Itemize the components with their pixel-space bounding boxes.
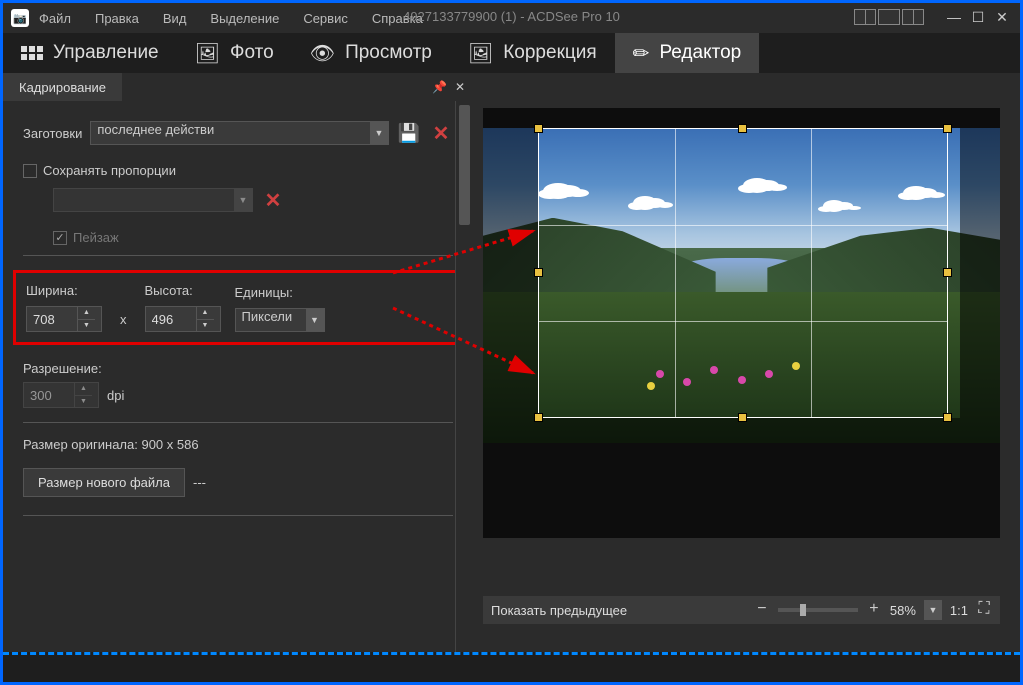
crop-rectangle[interactable] xyxy=(538,128,948,418)
thumbnail-strip[interactable] xyxy=(3,652,1020,682)
zoom-out-button[interactable]: − xyxy=(754,602,770,618)
chevron-down-icon[interactable]: ▼ xyxy=(370,122,388,144)
dimensions-section: Ширина: ▲▼ x Высота: ▲▼ xyxy=(13,270,463,345)
spinner-up-icon[interactable]: ▲ xyxy=(78,307,95,320)
menu-select[interactable]: Выделение xyxy=(210,11,279,26)
zoom-fit-icon[interactable]: ⛶ xyxy=(976,602,992,618)
ratio-combo[interactable]: ▼ xyxy=(53,188,253,212)
crop-handle-bl[interactable] xyxy=(534,413,543,422)
chevron-down-icon[interactable]: ▼ xyxy=(234,189,252,211)
preview-area: Показать предыдущее − + 58% ▼ 1:1 ⛶ xyxy=(473,73,1020,652)
pane-layout-icons xyxy=(854,9,924,27)
zoom-combo[interactable]: ▼ xyxy=(924,600,942,620)
editor-icon: ✏ xyxy=(633,41,650,66)
mode-photo[interactable]: 🖼 Фото xyxy=(177,33,292,73)
close-button[interactable]: ✕ xyxy=(992,9,1012,27)
new-file-size-value: --- xyxy=(193,475,206,490)
scrollbar-thumb[interactable] xyxy=(459,105,470,225)
units-combo[interactable]: Пиксели ▼ xyxy=(235,308,325,332)
mode-view[interactable]: 👁 Просмотр xyxy=(292,33,450,73)
pane-layout-2[interactable] xyxy=(878,9,900,25)
show-previous-button[interactable]: Показать предыдущее xyxy=(491,603,627,618)
photo-icon: 🖼 xyxy=(195,41,220,66)
mode-manage[interactable]: Управление xyxy=(3,33,177,73)
height-input[interactable]: ▲▼ xyxy=(145,306,221,332)
crop-handle-tr[interactable] xyxy=(943,124,952,133)
dimension-separator: x xyxy=(116,312,131,332)
menu-edit[interactable]: Правка xyxy=(95,11,139,26)
zoom-actual-button[interactable]: 1:1 xyxy=(950,603,968,618)
spinner-up-icon[interactable]: ▲ xyxy=(75,383,92,396)
crop-handle-br[interactable] xyxy=(943,413,952,422)
zoom-slider[interactable] xyxy=(778,608,858,612)
app-icon xyxy=(11,9,29,27)
presets-combo[interactable]: последнее действи ▼ xyxy=(90,121,389,145)
crop-handle-tl[interactable] xyxy=(534,124,543,133)
panel-title: Кадрирование xyxy=(3,73,122,101)
crop-handle-ml[interactable] xyxy=(534,268,543,277)
crop-handle-tm[interactable] xyxy=(738,124,747,133)
width-input[interactable]: ▲▼ xyxy=(26,306,102,332)
image-canvas[interactable] xyxy=(483,108,1000,538)
app-window: Файл Правка Вид Выделение Сервис Справка… xyxy=(0,0,1023,685)
menu-service[interactable]: Сервис xyxy=(303,11,348,26)
panel-close-icon[interactable]: ✕ xyxy=(455,80,465,94)
crop-handle-bm[interactable] xyxy=(738,413,747,422)
mode-adjust[interactable]: 🖼 Коррекция xyxy=(450,33,615,73)
spinner-up-icon[interactable]: ▲ xyxy=(197,307,214,320)
menu-file[interactable]: Файл xyxy=(39,11,71,26)
panel-scrollbar[interactable] xyxy=(455,101,473,652)
resolution-unit: dpi xyxy=(107,388,124,403)
mode-tabs: Управление 🖼 Фото 👁 Просмотр 🖼 Коррекция… xyxy=(3,33,1020,73)
maximize-button[interactable]: ☐ xyxy=(968,9,988,27)
minimize-button[interactable]: — xyxy=(944,9,964,27)
zoom-in-button[interactable]: + xyxy=(866,602,882,618)
crop-panel: Кадрирование 📌 ✕ Заготовки последнее дей… xyxy=(3,73,473,652)
content-area: Кадрирование 📌 ✕ Заготовки последнее дей… xyxy=(3,73,1020,652)
delete-preset-icon[interactable]: ✕ xyxy=(429,121,453,145)
original-size-text: Размер оригинала: 900 x 586 xyxy=(23,437,453,452)
landscape-checkbox[interactable]: Пейзаж xyxy=(53,230,453,245)
titlebar: Файл Правка Вид Выделение Сервис Справка… xyxy=(3,3,1020,33)
pin-icon[interactable]: 📌 xyxy=(432,80,447,94)
spinner-down-icon[interactable]: ▼ xyxy=(75,396,92,408)
clear-ratio-icon[interactable]: ✕ xyxy=(261,188,285,212)
spinner-down-icon[interactable]: ▼ xyxy=(78,320,95,332)
pane-layout-3[interactable] xyxy=(902,9,924,25)
window-title: 4927133779900 (1) - ACDSee Pro 10 xyxy=(403,9,620,24)
resolution-input[interactable]: ▲▼ xyxy=(23,382,99,408)
presets-label: Заготовки xyxy=(23,126,82,141)
pane-layout-1[interactable] xyxy=(854,9,876,25)
keep-proportions-checkbox[interactable]: Сохранять пропорции xyxy=(23,163,453,178)
zoom-toolbar: Показать предыдущее − + 58% ▼ 1:1 ⛶ xyxy=(483,596,1000,624)
height-label: Высота: xyxy=(145,283,221,298)
zoom-percent: 58% xyxy=(890,603,916,618)
new-file-size-button[interactable]: Размер нового файла xyxy=(23,468,185,497)
crop-handle-mr[interactable] xyxy=(943,268,952,277)
chevron-down-icon[interactable]: ▼ xyxy=(306,309,324,331)
resolution-label: Разрешение: xyxy=(23,361,453,376)
width-label: Ширина: xyxy=(26,283,102,298)
adjust-icon: 🖼 xyxy=(468,41,493,66)
units-label: Единицы: xyxy=(235,285,325,300)
spinner-down-icon[interactable]: ▼ xyxy=(197,320,214,332)
grid-icon xyxy=(21,46,43,60)
save-preset-icon[interactable]: 💾 xyxy=(397,121,421,145)
eye-icon: 👁 xyxy=(310,41,335,66)
mode-editor[interactable]: ✏ Редактор xyxy=(615,33,760,73)
menu-view[interactable]: Вид xyxy=(163,11,187,26)
